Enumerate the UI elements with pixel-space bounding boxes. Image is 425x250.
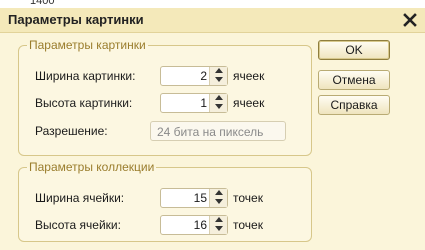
cell-width-down-button[interactable] bbox=[210, 198, 227, 207]
collection-params-legend: Параметры коллекции bbox=[29, 160, 155, 174]
cell-width-value: 15 bbox=[193, 191, 207, 205]
picture-height-label: Высота картинки: bbox=[35, 96, 133, 110]
close-button[interactable] bbox=[400, 10, 420, 30]
picture-height-down-button[interactable] bbox=[210, 103, 227, 112]
cell-width-spinner[interactable]: 15 bbox=[160, 188, 228, 208]
cell-width-unit: точек bbox=[233, 191, 263, 205]
cell-height-unit: точек bbox=[233, 218, 263, 232]
picture-width-label: Ширина картинки: bbox=[35, 69, 136, 83]
spin-up-arrow-icon bbox=[214, 68, 223, 73]
cell-height-value: 16 bbox=[193, 218, 207, 232]
cell-width-label: Ширина ячейки: bbox=[35, 191, 125, 205]
cell-height-label: Высота ячейки: bbox=[35, 218, 121, 232]
spin-down-arrow-icon bbox=[214, 77, 223, 82]
picture-width-up-button[interactable] bbox=[210, 67, 227, 76]
cell-height-down-button[interactable] bbox=[210, 225, 227, 234]
picture-height-value: 1 bbox=[200, 96, 207, 110]
cancel-button[interactable]: Отмена bbox=[318, 70, 390, 90]
cell-height-spin-arrows bbox=[209, 216, 227, 234]
picture-width-down-button[interactable] bbox=[210, 76, 227, 85]
picture-width-spin-arrows bbox=[209, 67, 227, 85]
background-window-sliver: 1400 bbox=[0, 0, 425, 8]
cell-width-spin-arrows bbox=[209, 189, 227, 207]
dialog-title: Параметры картинки bbox=[8, 12, 144, 27]
picture-width-unit: ячеек bbox=[233, 69, 265, 83]
spin-up-arrow-icon bbox=[214, 190, 223, 195]
picture-params-legend: Параметры картинки bbox=[29, 38, 146, 52]
picture-height-spin-arrows bbox=[209, 94, 227, 112]
ok-button[interactable]: OK bbox=[318, 40, 390, 60]
cell-height-spinner[interactable]: 16 bbox=[160, 215, 228, 235]
close-icon bbox=[403, 13, 417, 27]
spin-down-arrow-icon bbox=[214, 226, 223, 231]
cell-width-up-button[interactable] bbox=[210, 189, 227, 198]
spin-down-arrow-icon bbox=[214, 199, 223, 204]
help-button[interactable]: Справка bbox=[318, 95, 390, 115]
picture-width-spinner[interactable]: 2 bbox=[160, 66, 228, 86]
dialog-titlebar: Параметры картинки bbox=[0, 8, 425, 33]
picture-width-value: 2 bbox=[200, 69, 207, 83]
picture-height-up-button[interactable] bbox=[210, 94, 227, 103]
picture-height-unit: ячеек bbox=[233, 96, 265, 110]
spin-up-arrow-icon bbox=[214, 217, 223, 222]
picture-parameters-dialog: Параметры картинки Параметры картинки Ши… bbox=[0, 8, 425, 250]
spin-up-arrow-icon bbox=[214, 95, 223, 100]
resolution-label: Разрешение: bbox=[35, 124, 108, 138]
resolution-field: 24 бита на пиксель bbox=[150, 121, 286, 141]
picture-height-spinner[interactable]: 1 bbox=[160, 93, 228, 113]
background-window-text: 1400 bbox=[30, 0, 55, 7]
spin-down-arrow-icon bbox=[214, 104, 223, 109]
cell-height-up-button[interactable] bbox=[210, 216, 227, 225]
